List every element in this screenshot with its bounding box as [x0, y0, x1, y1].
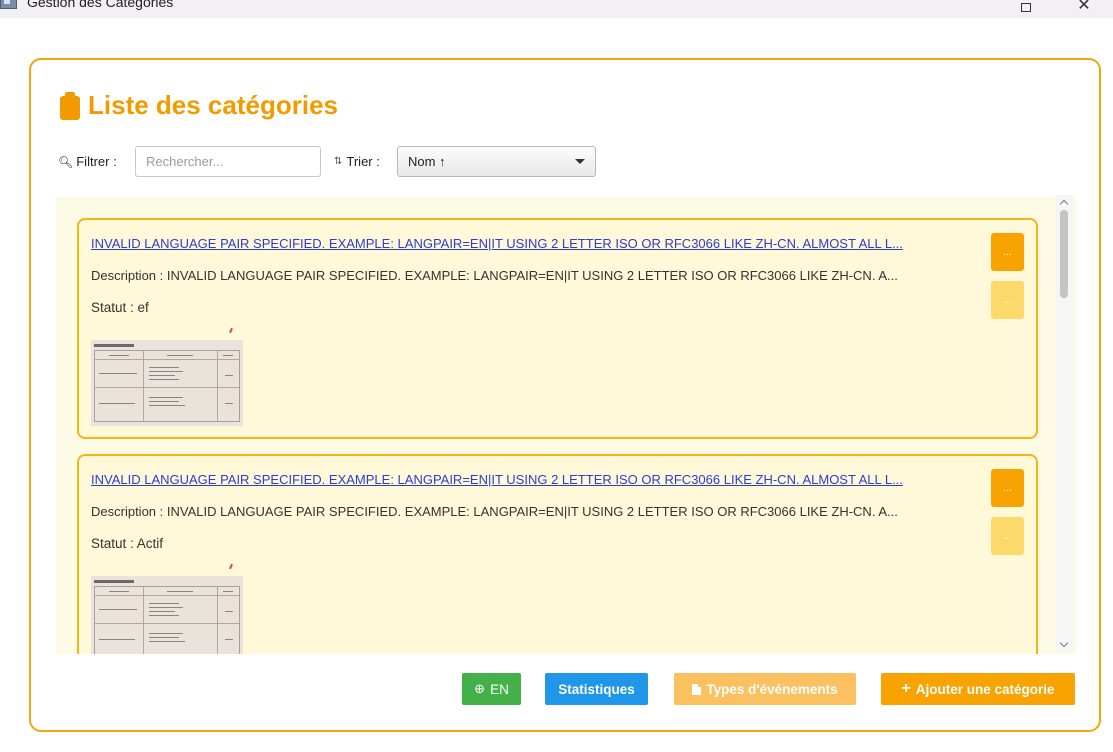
document-icon [692, 683, 702, 695]
category-status: Statut : Actif [91, 536, 164, 551]
window-title: Gestion des Catégories [27, 0, 174, 10]
window-titlebar: Gestion des Catégories ✕ [0, 0, 1113, 18]
chevron-up-icon [1059, 199, 1069, 209]
edit-button[interactable]: ... [991, 469, 1024, 507]
sort-label-text: Trier : [346, 154, 380, 169]
search-input[interactable] [135, 146, 321, 177]
scroll-up-button[interactable] [1055, 195, 1073, 209]
sort-select-value: Nom ↑ [408, 154, 446, 169]
language-button[interactable]: ⊕ EN [462, 673, 521, 705]
pencil-mark [229, 563, 233, 570]
sort-select[interactable]: Nom ↑ [397, 146, 596, 177]
event-types-button-label: Types d'événements [706, 681, 838, 697]
list-scrollbar[interactable] [1055, 195, 1073, 652]
category-list: INVALID LANGUAGE PAIR SPECIFIED. EXAMPLE… [56, 197, 1076, 654]
filter-row: 🔍︎ Filtrer : ⇅ Trier : Nom ↑ [58, 146, 618, 178]
sort-label: ⇅ Trier : [334, 154, 380, 169]
delete-button[interactable]: ... [991, 281, 1024, 319]
chevron-down-icon [1059, 638, 1069, 648]
statistics-button-label: Statistiques [558, 681, 635, 697]
scroll-thumb[interactable] [1060, 210, 1068, 298]
maximize-button[interactable] [1011, 0, 1041, 16]
pencil-mark [229, 327, 233, 334]
category-name-link[interactable]: INVALID LANGUAGE PAIR SPECIFIED. EXAMPLE… [91, 472, 949, 487]
maximize-icon [1021, 2, 1031, 12]
page-title-text: Liste des catégories [88, 90, 338, 120]
category-description: Description : INVALID LANGUAGE PAIR SPEC… [91, 504, 898, 519]
sort-icon: ⇅ [334, 156, 343, 167]
edit-button[interactable]: ... [991, 233, 1024, 271]
category-status: Statut : ef [91, 300, 149, 315]
scroll-down-button[interactable] [1055, 638, 1073, 652]
close-button[interactable]: ✕ [1069, 0, 1099, 16]
app-icon [0, 0, 17, 9]
filter-label-text: Filtrer : [76, 154, 117, 169]
add-category-button-label: Ajouter une catégorie [915, 681, 1055, 697]
category-card: INVALID LANGUAGE PAIR SPECIFIED. EXAMPLE… [77, 454, 1038, 654]
clipboard-icon [60, 91, 80, 120]
filter-label: 🔍︎ Filtrer : [58, 154, 117, 169]
add-category-button[interactable]: + Ajouter une catégorie [881, 673, 1075, 705]
chevron-down-icon [575, 159, 585, 164]
close-icon: ✕ [1077, 0, 1091, 14]
category-card: INVALID LANGUAGE PAIR SPECIFIED. EXAMPLE… [77, 218, 1038, 439]
globe-icon: ⊕ [474, 681, 486, 696]
category-name-link[interactable]: INVALID LANGUAGE PAIR SPECIFIED. EXAMPLE… [91, 236, 949, 251]
delete-button[interactable]: ... [991, 517, 1024, 555]
event-types-button[interactable]: Types d'événements [674, 673, 856, 705]
page-title: Liste des catégories [60, 90, 338, 121]
category-description: Description : INVALID LANGUAGE PAIR SPEC… [91, 268, 898, 283]
category-thumbnail [91, 576, 243, 654]
language-button-label: EN [490, 681, 509, 697]
statistics-button[interactable]: Statistiques [545, 673, 648, 705]
category-thumbnail [91, 340, 243, 426]
plus-icon: + [901, 680, 911, 697]
main-panel: Liste des catégories 🔍︎ Filtrer : ⇅ Trie… [29, 58, 1101, 732]
search-icon: 🔍︎ [58, 154, 74, 169]
